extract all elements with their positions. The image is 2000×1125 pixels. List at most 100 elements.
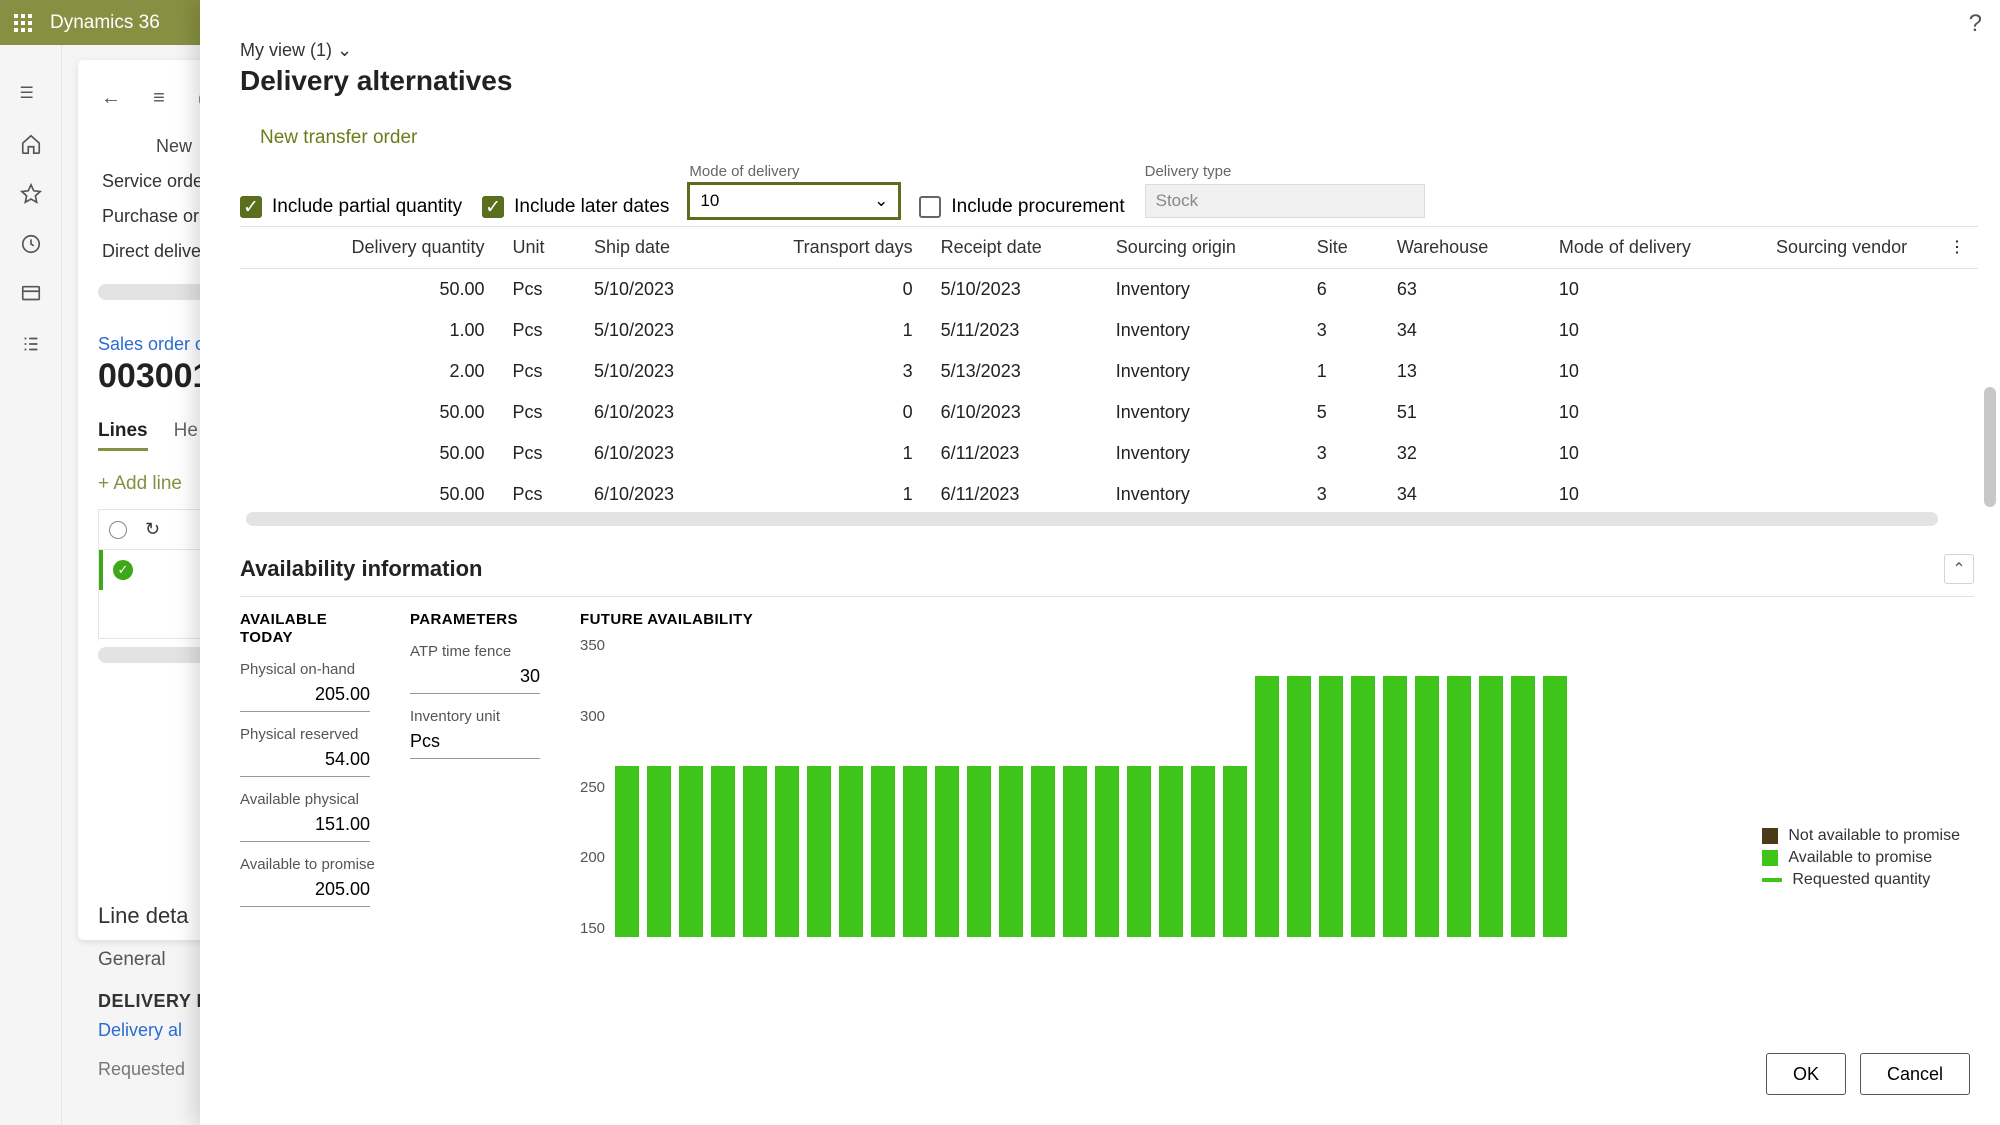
- column-header[interactable]: Delivery quantity: [280, 227, 499, 269]
- chart-bar: [1383, 676, 1407, 937]
- table-cell: 6/10/2023: [580, 392, 727, 433]
- table-cell: 13: [1383, 351, 1545, 392]
- reserved-label: Physical reserved: [240, 726, 380, 743]
- column-header[interactable]: Warehouse: [1383, 227, 1545, 269]
- panel-menu-icon[interactable]: ≡: [146, 85, 172, 111]
- table-cell: 50.00: [280, 433, 499, 474]
- tab-header[interactable]: He: [174, 420, 198, 451]
- table-cell: 10: [1545, 392, 1762, 433]
- future-availability-title: FUTURE AVAILABILITY: [580, 611, 753, 628]
- chart-bar: [967, 766, 991, 937]
- chart-bar: [1223, 766, 1247, 937]
- include-procurement-label: Include procurement: [951, 196, 1124, 218]
- collapse-section-button[interactable]: ⌃: [1944, 554, 1974, 584]
- table-row[interactable]: 50.00Pcs5/10/202305/10/2023Inventory6631…: [240, 269, 1978, 311]
- table-cell: 3: [1303, 310, 1383, 351]
- table-row[interactable]: 50.00Pcs6/10/202306/10/2023Inventory5511…: [240, 392, 1978, 433]
- cancel-button[interactable]: Cancel: [1860, 1053, 1970, 1095]
- column-header[interactable]: Receipt date: [927, 227, 1102, 269]
- hamburger-icon[interactable]: ☰: [20, 83, 42, 105]
- include-later-checkbox[interactable]: ✓: [482, 196, 504, 218]
- avail-phys-value: 151.00: [240, 808, 370, 842]
- table-row[interactable]: 2.00Pcs5/10/202335/13/2023Inventory11310: [240, 351, 1978, 392]
- mode-of-delivery-label: Mode of delivery: [689, 163, 899, 180]
- tab-lines[interactable]: Lines: [98, 420, 148, 451]
- chart-bar: [1191, 766, 1215, 937]
- radio-empty-icon[interactable]: [109, 521, 127, 539]
- table-cell: 10: [1545, 474, 1762, 515]
- table-cell: 6/10/2023: [580, 474, 727, 515]
- table-cell: 1: [1303, 351, 1383, 392]
- help-icon[interactable]: ?: [1969, 10, 1982, 38]
- table-cell: 10: [1545, 269, 1762, 311]
- table-cell: 2.00: [280, 351, 499, 392]
- table-cell: 6/11/2023: [927, 433, 1102, 474]
- chart-bar: [1255, 676, 1279, 937]
- home-icon[interactable]: [20, 133, 42, 155]
- column-header[interactable]: Transport days: [727, 227, 927, 269]
- view-selector[interactable]: My view (1) ⌄: [240, 40, 2000, 61]
- new-transfer-order-button[interactable]: New transfer order: [260, 127, 2000, 149]
- include-procurement-checkbox[interactable]: [919, 196, 941, 218]
- column-header[interactable]: Ship date: [580, 227, 727, 269]
- chart-bar: [1447, 676, 1471, 937]
- table-cell: 34: [1383, 310, 1545, 351]
- list-icon[interactable]: [20, 333, 42, 355]
- horizontal-scrollbar[interactable]: [246, 512, 1938, 526]
- waffle-icon[interactable]: [14, 14, 32, 32]
- delivery-type-field: Stock: [1145, 184, 1425, 218]
- chart-bar: [1063, 766, 1087, 937]
- mode-of-delivery-select[interactable]: 10⌄: [689, 184, 899, 218]
- availability-chart: 350300250200150 Not available to promise…: [580, 637, 1960, 937]
- table-row[interactable]: 50.00Pcs6/10/202316/11/2023Inventory3321…: [240, 433, 1978, 474]
- column-header[interactable]: Sourcing origin: [1102, 227, 1303, 269]
- table-cell: 10: [1545, 351, 1762, 392]
- chart-bar: [647, 766, 671, 937]
- table-cell: Inventory: [1102, 310, 1303, 351]
- on-hand-value: 205.00: [240, 678, 370, 712]
- app-name: Dynamics 36: [50, 12, 160, 34]
- column-header[interactable]: Mode of delivery: [1545, 227, 1762, 269]
- chart-bar: [711, 766, 735, 937]
- table-cell: Pcs: [499, 310, 580, 351]
- column-options-icon[interactable]: ⋮: [1942, 237, 1972, 257]
- table-cell: 5/10/2023: [580, 351, 727, 392]
- table-cell: [1762, 310, 1978, 351]
- legend-req-qty: Requested quantity: [1792, 871, 1930, 889]
- table-row[interactable]: 50.00Pcs6/10/202316/11/2023Inventory3341…: [240, 474, 1978, 515]
- column-header[interactable]: Unit: [499, 227, 580, 269]
- include-partial-checkbox[interactable]: ✓: [240, 196, 262, 218]
- chart-bar: [871, 766, 895, 937]
- chart-bar: [1319, 676, 1343, 937]
- chart-bar: [1031, 766, 1055, 937]
- chart-bar: [1351, 676, 1375, 937]
- table-cell: Inventory: [1102, 351, 1303, 392]
- table-cell: 0: [727, 392, 927, 433]
- legend-swatch-req: [1762, 878, 1782, 882]
- table-cell: Inventory: [1102, 392, 1303, 433]
- filter-bar: ✓ Include partial quantity ✓ Include lat…: [240, 163, 2000, 218]
- table-cell: 32: [1383, 433, 1545, 474]
- ok-button[interactable]: OK: [1766, 1053, 1846, 1095]
- available-today-title: AVAILABLE TODAY: [240, 611, 327, 646]
- inv-unit-value: Pcs: [410, 725, 540, 759]
- back-icon[interactable]: ←: [98, 85, 124, 111]
- vertical-scrollbar[interactable]: [1984, 387, 1996, 507]
- column-header[interactable]: Site: [1303, 227, 1383, 269]
- star-icon[interactable]: [20, 183, 42, 205]
- chart-bar: [1095, 766, 1119, 937]
- chart-bar: [807, 766, 831, 937]
- atp-label: Available to promise: [240, 856, 380, 873]
- legend-swatch-not-atp: [1762, 828, 1778, 844]
- table-cell: 1.00: [280, 310, 499, 351]
- workspace-icon[interactable]: [20, 283, 42, 305]
- chart-bar: [903, 766, 927, 937]
- availability-info-header: Availability information: [240, 556, 482, 582]
- legend-not-atp: Not available to promise: [1788, 827, 1960, 845]
- clock-icon[interactable]: [20, 233, 42, 255]
- chart-bar: [1479, 676, 1503, 937]
- refresh-icon[interactable]: ↻: [145, 519, 160, 540]
- delivery-alternatives-dialog: My view (1) ⌄ Delivery alternatives New …: [200, 0, 2000, 1125]
- chart-bar: [1543, 676, 1567, 937]
- table-row[interactable]: 1.00Pcs5/10/202315/11/2023Inventory33410: [240, 310, 1978, 351]
